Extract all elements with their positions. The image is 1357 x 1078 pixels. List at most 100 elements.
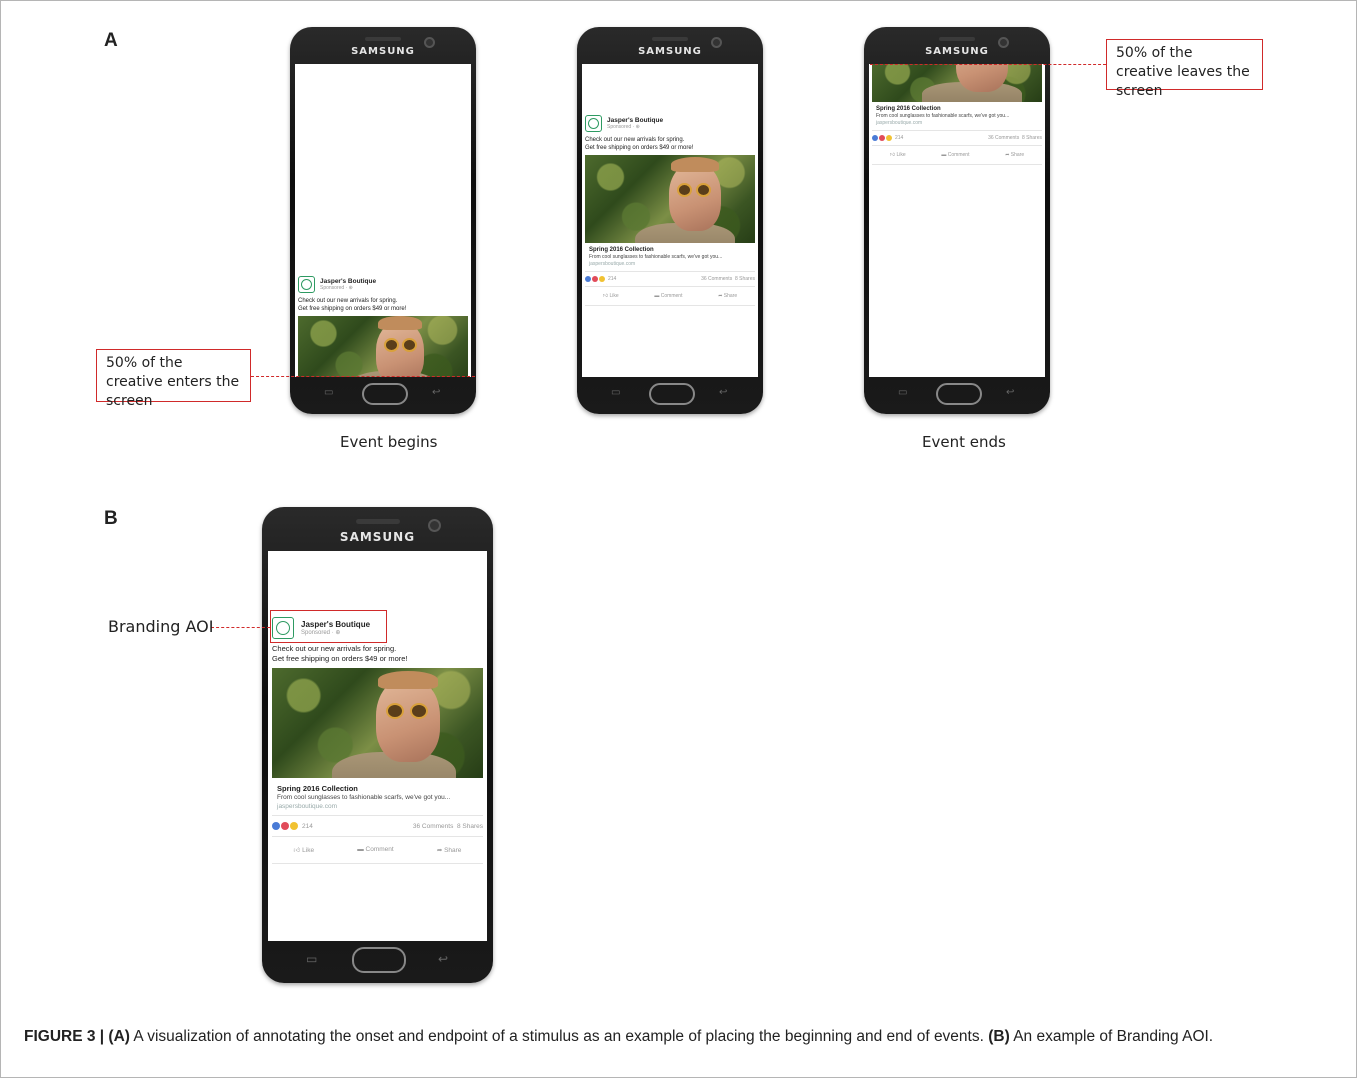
link-title: Spring 2016 Collection <box>876 106 941 112</box>
ad-text-line1: Check out our new arrivals for spring. <box>298 298 398 304</box>
sponsored-label: Sponsored · ⊕ <box>607 124 640 130</box>
brand-logo-icon <box>585 115 602 132</box>
enters-annotation: 50% of the creative enters the screen <box>96 349 251 409</box>
share-icon: ➦ <box>1005 152 1010 158</box>
caption-b-label: (B) <box>988 1028 1010 1045</box>
leaves-dashed-line <box>870 64 1106 65</box>
reaction-count: 214 <box>895 135 904 141</box>
home-button <box>649 383 695 405</box>
comments-count[interactable]: 36 Comments <box>701 276 732 282</box>
link-domain: jaspersboutique.com <box>277 803 337 810</box>
figure-caption: FIGURE 3 | (A) A visualization of annota… <box>24 1025 1324 1048</box>
comment-icon: ▬ <box>654 293 660 299</box>
back-icon: ↩ <box>719 387 728 398</box>
sunglasses <box>677 183 692 197</box>
link-domain: jaspersboutique.com <box>876 120 923 126</box>
link-card[interactable]: Spring 2016 Collection From cool sunglas… <box>872 102 1042 131</box>
speaker <box>652 37 688 41</box>
like-button[interactable]: 👍︎ Like <box>603 293 619 299</box>
comment-button[interactable]: ▬ Comment <box>941 152 969 158</box>
leaves-annotation: 50% of the creative leaves the screen <box>1106 39 1263 99</box>
share-button[interactable]: ➦ Share <box>1005 152 1024 158</box>
panel-b-label: B <box>104 508 118 529</box>
phone-event-ends: SAMSUNG Spring 2016 Collection From cool… <box>864 27 1050 414</box>
like-reaction-icon <box>872 135 878 141</box>
shares-count[interactable]: 8 Shares <box>1022 135 1042 141</box>
love-reaction-icon <box>879 135 885 141</box>
share-icon: ➦ <box>718 293 723 299</box>
sponsored-label: Sponsored · ⊕ <box>320 285 353 291</box>
link-title: Spring 2016 Collection <box>589 247 654 253</box>
link-domain: jaspersboutique.com <box>589 261 636 267</box>
speaker <box>939 37 975 41</box>
caption-prefix: FIGURE 3 | (A) <box>24 1028 130 1045</box>
share-button[interactable]: ➦ Share <box>718 293 737 299</box>
ad-text-line1: Check out our new arrivals for spring. <box>585 137 685 143</box>
action-bar: 👍︎ Like ▬ Comment ➦ Share <box>585 287 755 306</box>
comment-icon: ▬ <box>941 152 947 158</box>
link-title: Spring 2016 Collection <box>277 784 358 793</box>
sunglasses <box>384 338 399 352</box>
reaction-bar: 214 36 Comments 8 Shares <box>585 272 755 287</box>
ad-text-line2: Get free shipping on orders $49 or more! <box>272 654 408 663</box>
brand-logo: SAMSUNG <box>638 46 702 57</box>
like-button[interactable]: 👍︎ Like <box>890 152 906 158</box>
share-button[interactable]: ➦ Share <box>437 846 462 854</box>
love-reaction-icon <box>592 276 598 282</box>
haha-reaction-icon <box>599 276 605 282</box>
action-bar: 👍︎ Like ▬ Comment ➦ Share <box>872 146 1042 165</box>
home-button <box>362 383 408 405</box>
phone-middle: SAMSUNG Jasper's Boutique Sponsored · ⊕ … <box>577 27 763 414</box>
event-ends-caption: Event ends <box>922 433 1006 451</box>
home-button <box>352 947 406 973</box>
brand-logo: SAMSUNG <box>351 46 415 57</box>
brand-logo-icon <box>298 276 315 293</box>
back-icon: ↩ <box>438 952 449 966</box>
haha-reaction-icon <box>886 135 892 141</box>
speaker <box>356 519 400 524</box>
comment-icon: ▬ <box>357 846 364 853</box>
sunglasses <box>386 703 404 719</box>
reaction-count: 214 <box>608 276 617 282</box>
ad-photo <box>272 668 483 778</box>
share-icon: ➦ <box>436 847 443 854</box>
shares-count[interactable]: 8 Shares <box>457 823 483 830</box>
like-reaction-icon <box>272 822 280 830</box>
page-name: Jasper's Boutique <box>320 278 377 285</box>
ad-post: Spring 2016 Collection From cool sunglas… <box>869 64 1045 165</box>
event-begins-caption: Event begins <box>340 433 438 451</box>
comments-count[interactable]: 36 Comments <box>988 135 1019 141</box>
recent-apps-icon: ▭ <box>611 387 621 398</box>
page-name: Jasper's Boutique <box>607 117 664 124</box>
brand-logo: SAMSUNG <box>925 46 989 57</box>
comment-button[interactable]: ▬ Comment <box>654 293 682 299</box>
thumbs-up-icon: 👍︎ <box>889 152 896 158</box>
thumbs-up-icon: 👍︎ <box>602 293 609 299</box>
link-card[interactable]: Spring 2016 Collection From cool sunglas… <box>585 243 755 272</box>
ad-post: Jasper's Boutique Sponsored · ⊕ Check ou… <box>582 115 758 306</box>
link-card[interactable]: Spring 2016 Collection From cool sunglas… <box>272 778 483 816</box>
link-description: From cool sunglasses to fashionable scar… <box>277 794 451 801</box>
ad-post: Jasper's Boutique Sponsored · ⊕ Check ou… <box>268 617 487 864</box>
shares-count[interactable]: 8 Shares <box>735 276 755 282</box>
haha-reaction-icon <box>290 822 298 830</box>
phone-screen: Spring 2016 Collection From cool sunglas… <box>869 64 1045 377</box>
ad-photo <box>585 155 755 243</box>
link-description: From cool sunglasses to fashionable scar… <box>589 254 723 260</box>
link-description: From cool sunglasses to fashionable scar… <box>876 113 1010 119</box>
recent-apps-icon: ▭ <box>898 387 908 398</box>
enters-dashed-line <box>251 376 475 377</box>
comments-count[interactable]: 36 Comments <box>413 823 453 830</box>
like-button[interactable]: 👍︎ Like <box>294 846 315 854</box>
home-button <box>936 383 982 405</box>
back-icon: ↩ <box>432 387 441 398</box>
ad-photo <box>872 64 1042 102</box>
phone-screen: Jasper's Boutique Sponsored · ⊕ Check ou… <box>295 64 471 377</box>
action-bar: 👍︎ Like ▬ Comment ➦ Share <box>272 837 483 864</box>
comment-button[interactable]: ▬ Comment <box>357 846 394 854</box>
ad-text-line1: Check out our new arrivals for spring. <box>272 644 397 653</box>
phone-screen: Jasper's Boutique Sponsored · ⊕ Check ou… <box>582 64 758 377</box>
phone-event-begins: SAMSUNG Jasper's Boutique Sponsored · ⊕ … <box>290 27 476 414</box>
caption-part-b: An example of Branding AOI. <box>1009 1028 1214 1045</box>
reaction-count: 214 <box>302 822 313 830</box>
